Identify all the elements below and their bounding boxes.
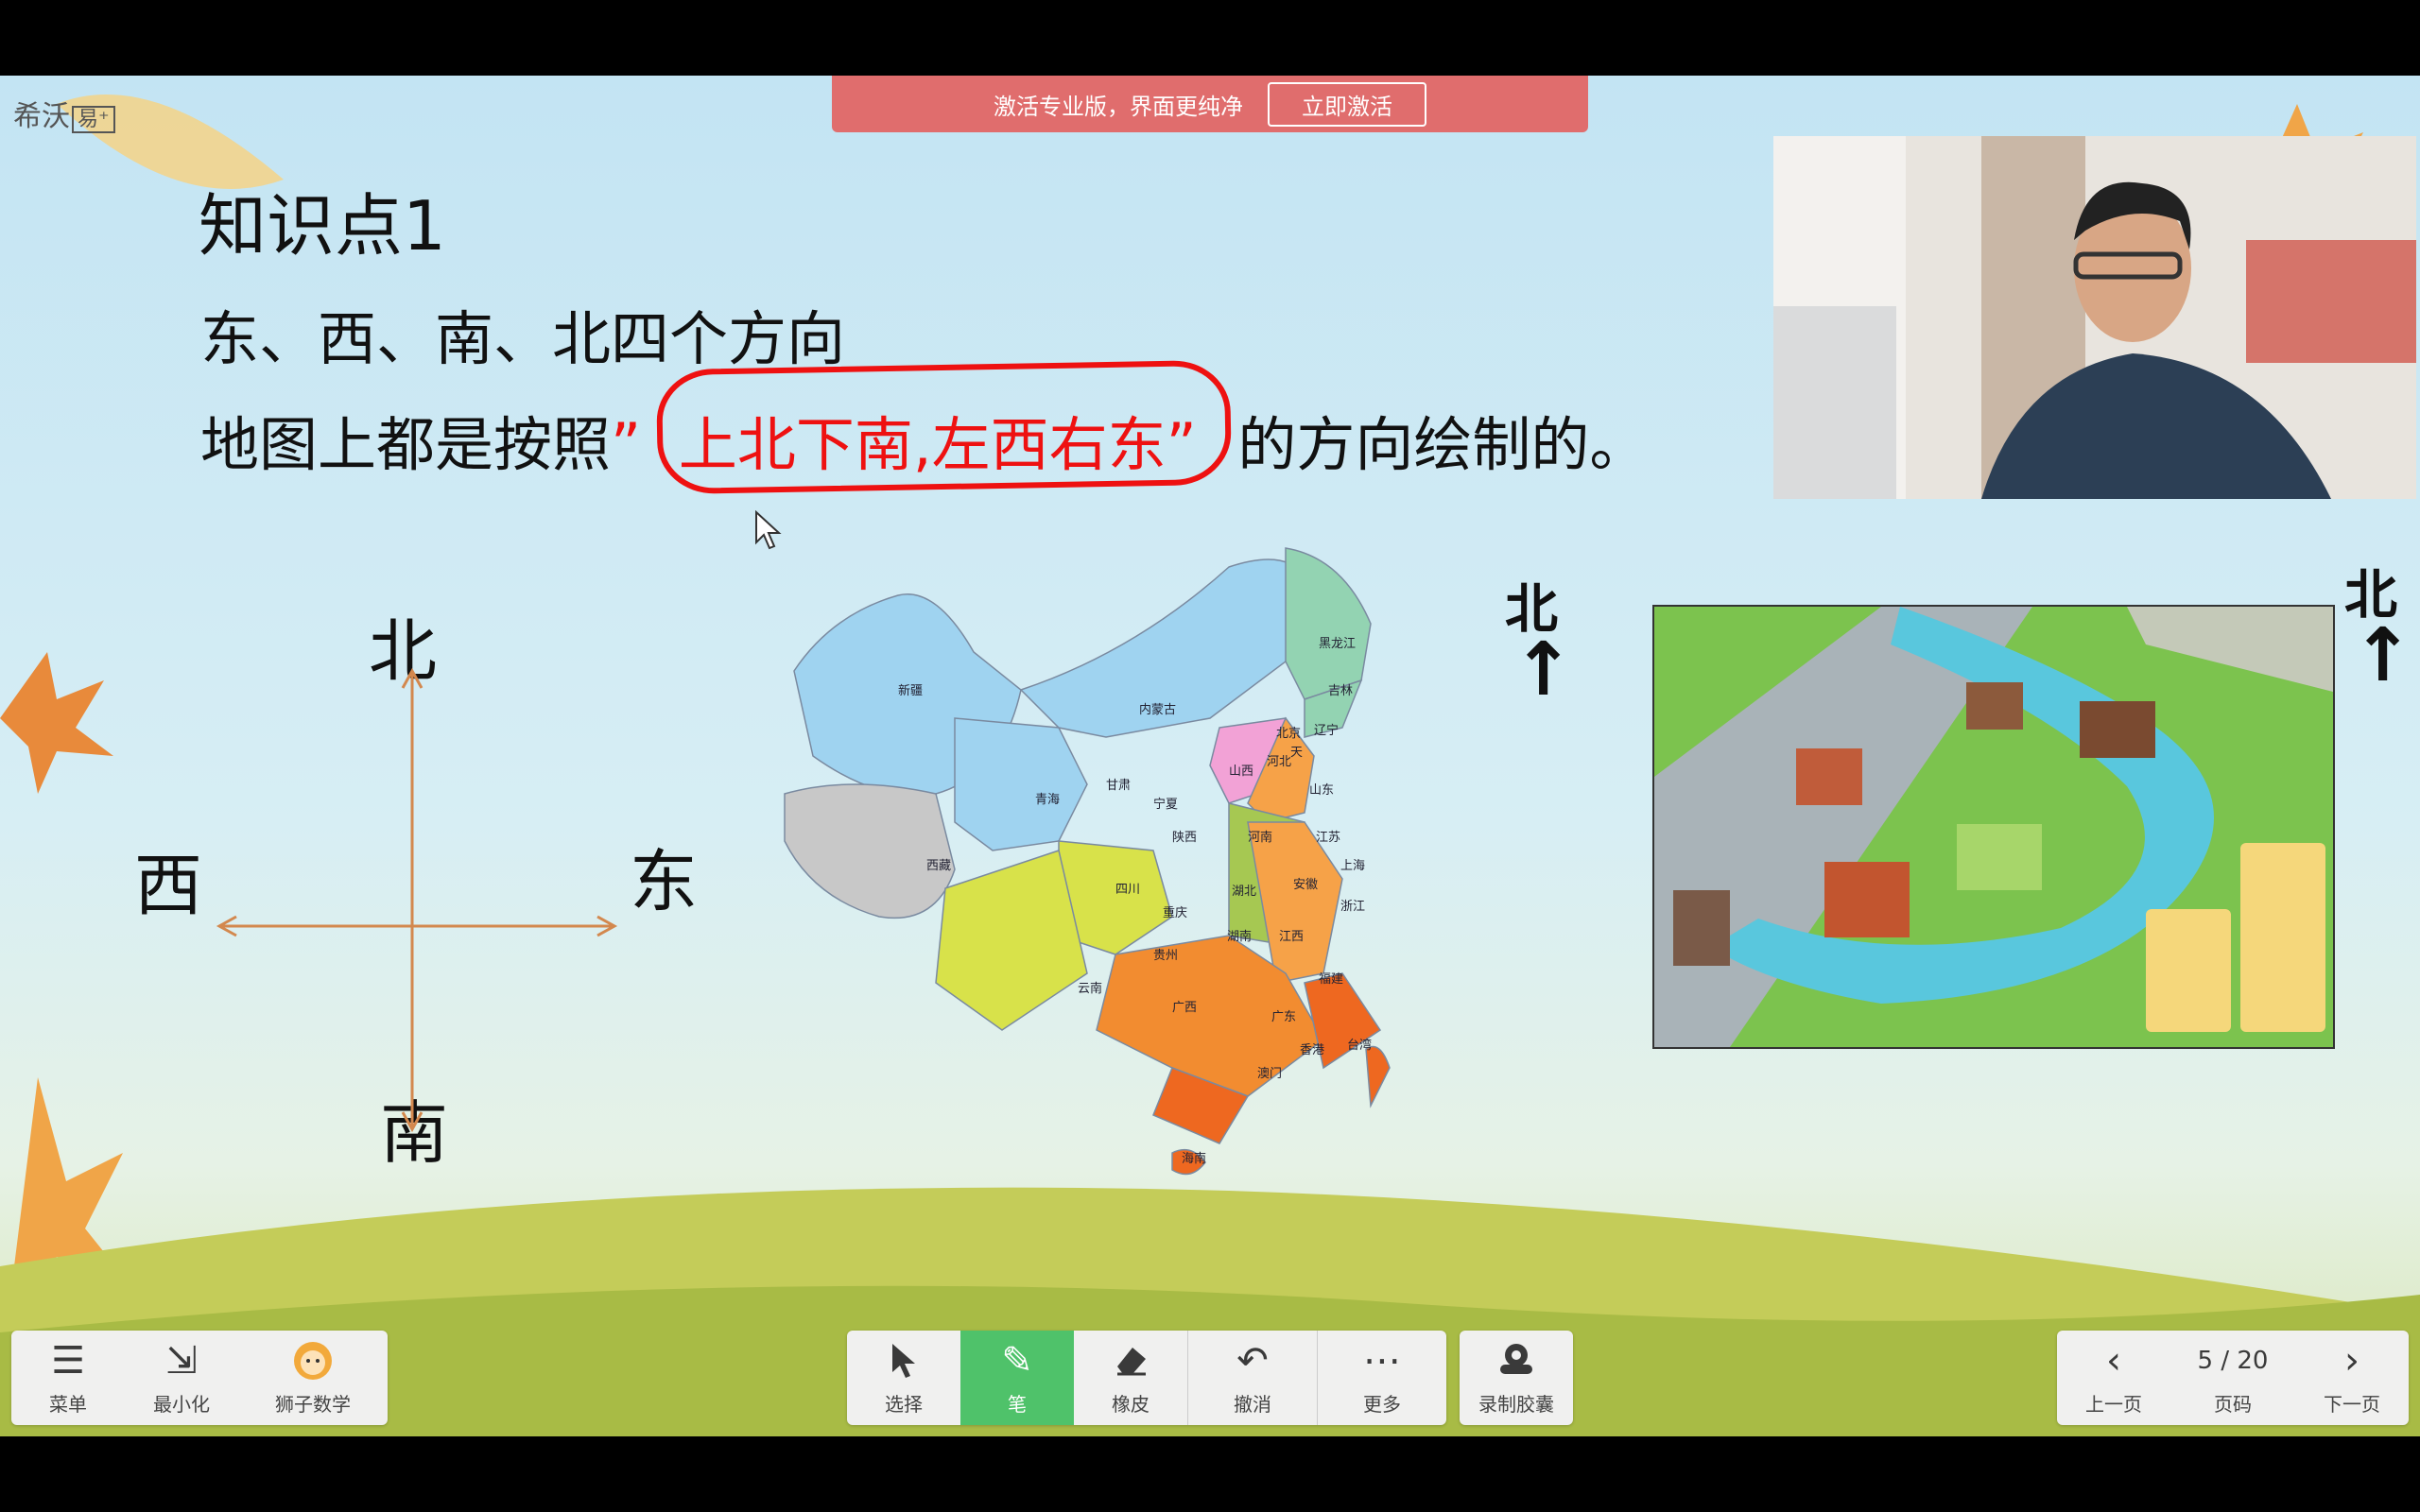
park-map-picture	[1652, 605, 2335, 1049]
province-label: 湖南	[1227, 930, 1253, 944]
province-label: 天	[1290, 746, 1304, 760]
china-map: 新疆 西藏 青海 甘肃 内蒙古 宁夏 陕西 山西 北京 河北 天 黑龙江 吉林 …	[775, 539, 1399, 1219]
pen-tool[interactable]: ✎ 笔	[960, 1331, 1074, 1425]
select-label: 选择	[885, 1392, 923, 1416]
maple-leaf-decoration	[0, 652, 113, 794]
province-label: 浙江	[1340, 900, 1366, 914]
province-label: 宁夏	[1153, 798, 1179, 812]
province-label: 上海	[1340, 859, 1366, 873]
select-tool[interactable]: 选择	[847, 1331, 960, 1425]
record-label: 录制胶囊	[1478, 1392, 1554, 1416]
lesson-line-1: 东、西、南、北四个方向	[200, 304, 846, 373]
pen-icon: ✎	[1001, 1338, 1033, 1383]
province-label: 甘肃	[1106, 779, 1132, 793]
page-number: 5 / 20	[2197, 1346, 2269, 1375]
compass-west: 西	[134, 846, 203, 925]
province-label: 台湾	[1347, 1039, 1373, 1053]
compass-axes	[216, 667, 618, 1133]
page-number-button[interactable]: 5 / 20 页码	[2170, 1331, 2295, 1425]
province-label: 青海	[1035, 793, 1061, 807]
logo-badge: 易⁺	[72, 106, 115, 133]
left-toolbar: ☰ 菜单 ⇲ 最小化 狮子数学	[11, 1331, 388, 1425]
province-label: 黑龙江	[1319, 637, 1357, 651]
province-label: 湖北	[1232, 885, 1257, 899]
province-label: 山东	[1309, 783, 1335, 798]
map-north-arrow-icon: ↑	[1512, 627, 1575, 713]
prev-page-label: 上一页	[2085, 1392, 2142, 1416]
province-label: 四川	[1115, 883, 1141, 897]
province-label: 广西	[1172, 1001, 1198, 1015]
province-label: 山西	[1229, 765, 1254, 779]
pen-label: 笔	[1008, 1392, 1027, 1416]
next-page-label: 下一页	[2324, 1392, 2380, 1416]
province-label: 河北	[1267, 755, 1292, 769]
next-page-button[interactable]: › 下一页	[2295, 1331, 2409, 1425]
record-capsule-button[interactable]: 录制胶囊	[1460, 1331, 1573, 1425]
menu-label: 菜单	[49, 1392, 87, 1416]
province-label: 安徽	[1293, 878, 1319, 892]
menu-button[interactable]: ☰ 菜单	[11, 1331, 125, 1425]
app-logo: 希沃 易⁺	[13, 93, 115, 134]
activate-button[interactable]: 立即激活	[1268, 81, 1426, 127]
province-label: 福建	[1319, 972, 1344, 987]
undo-icon: ↶	[1236, 1338, 1269, 1383]
center-toolbar: 选择 ✎ 笔 橡皮 ↶ 撤消 ⋯ 更多	[847, 1331, 1446, 1425]
province-label: 澳门	[1257, 1067, 1283, 1081]
province-label: 香港	[1300, 1043, 1325, 1057]
undo-label: 撤消	[1234, 1392, 1271, 1416]
province-label: 辽宁	[1314, 724, 1340, 738]
province-label: 河南	[1248, 831, 1273, 845]
minimize-label: 最小化	[153, 1392, 210, 1416]
banner-text: 激活专业版，界面更纯净	[994, 93, 1243, 120]
cursor-icon	[887, 1340, 921, 1385]
activation-banner: 激活专业版，界面更纯净 立即激活	[832, 76, 1588, 132]
record-icon	[1495, 1340, 1538, 1385]
menu-icon: ☰	[51, 1338, 85, 1383]
province-label: 新疆	[898, 684, 924, 698]
quote-open: ”	[611, 410, 642, 479]
province-label: 重庆	[1163, 906, 1188, 920]
lion-math-button[interactable]: 狮子数学	[238, 1331, 388, 1425]
webcam-video	[1773, 136, 2416, 499]
province-label: 吉林	[1328, 684, 1354, 698]
eraser-tool[interactable]: 橡皮	[1074, 1331, 1188, 1425]
eraser-label: 橡皮	[1112, 1392, 1150, 1416]
minimize-icon: ⇲	[165, 1338, 198, 1383]
pen-annotation-circle	[655, 359, 1233, 495]
logo-text: 希沃	[13, 100, 70, 133]
undo-tool[interactable]: ↶ 撤消	[1188, 1331, 1318, 1425]
province-label: 西藏	[926, 859, 952, 873]
more-icon: ⋯	[1363, 1338, 1401, 1383]
province-label: 海南	[1182, 1152, 1207, 1166]
lesson-title: 知识点1	[199, 186, 446, 266]
eraser-icon	[1112, 1340, 1150, 1385]
province-label: 内蒙古	[1139, 703, 1177, 717]
province-label: 江苏	[1316, 831, 1341, 845]
record-toolbar: 录制胶囊	[1460, 1331, 1573, 1425]
pager-toolbar: ‹ 上一页 5 / 20 页码 › 下一页	[2057, 1331, 2409, 1425]
prev-page-button[interactable]: ‹ 上一页	[2057, 1331, 2170, 1425]
province-label: 北京	[1276, 727, 1302, 741]
chevron-right-icon: ›	[2344, 1338, 2360, 1383]
compass-east: 东	[630, 842, 699, 921]
slide: 激活专业版，界面更纯净 立即激活 希沃 易⁺ 知识点1 东、西、南、北四个方向 地…	[0, 76, 2420, 1436]
province-label: 陕西	[1172, 831, 1198, 845]
lion-math-label: 狮子数学	[275, 1392, 351, 1416]
province-label: 云南	[1078, 982, 1103, 996]
line2-suffix: 的方向绘制的。	[1237, 410, 1649, 479]
more-tool[interactable]: ⋯ 更多	[1318, 1331, 1446, 1425]
province-label: 广东	[1271, 1010, 1297, 1024]
minimize-button[interactable]: ⇲ 最小化	[125, 1331, 238, 1425]
park-north-arrow-icon: ↑	[2352, 613, 2414, 698]
province-label: 贵州	[1153, 949, 1179, 963]
more-label: 更多	[1363, 1392, 1401, 1416]
chevron-left-icon: ‹	[2106, 1338, 2121, 1383]
page-label: 页码	[2214, 1392, 2252, 1416]
line2-prefix: 地图上都是按照	[200, 410, 612, 479]
lion-avatar-icon	[292, 1340, 334, 1385]
province-label: 江西	[1279, 930, 1305, 944]
